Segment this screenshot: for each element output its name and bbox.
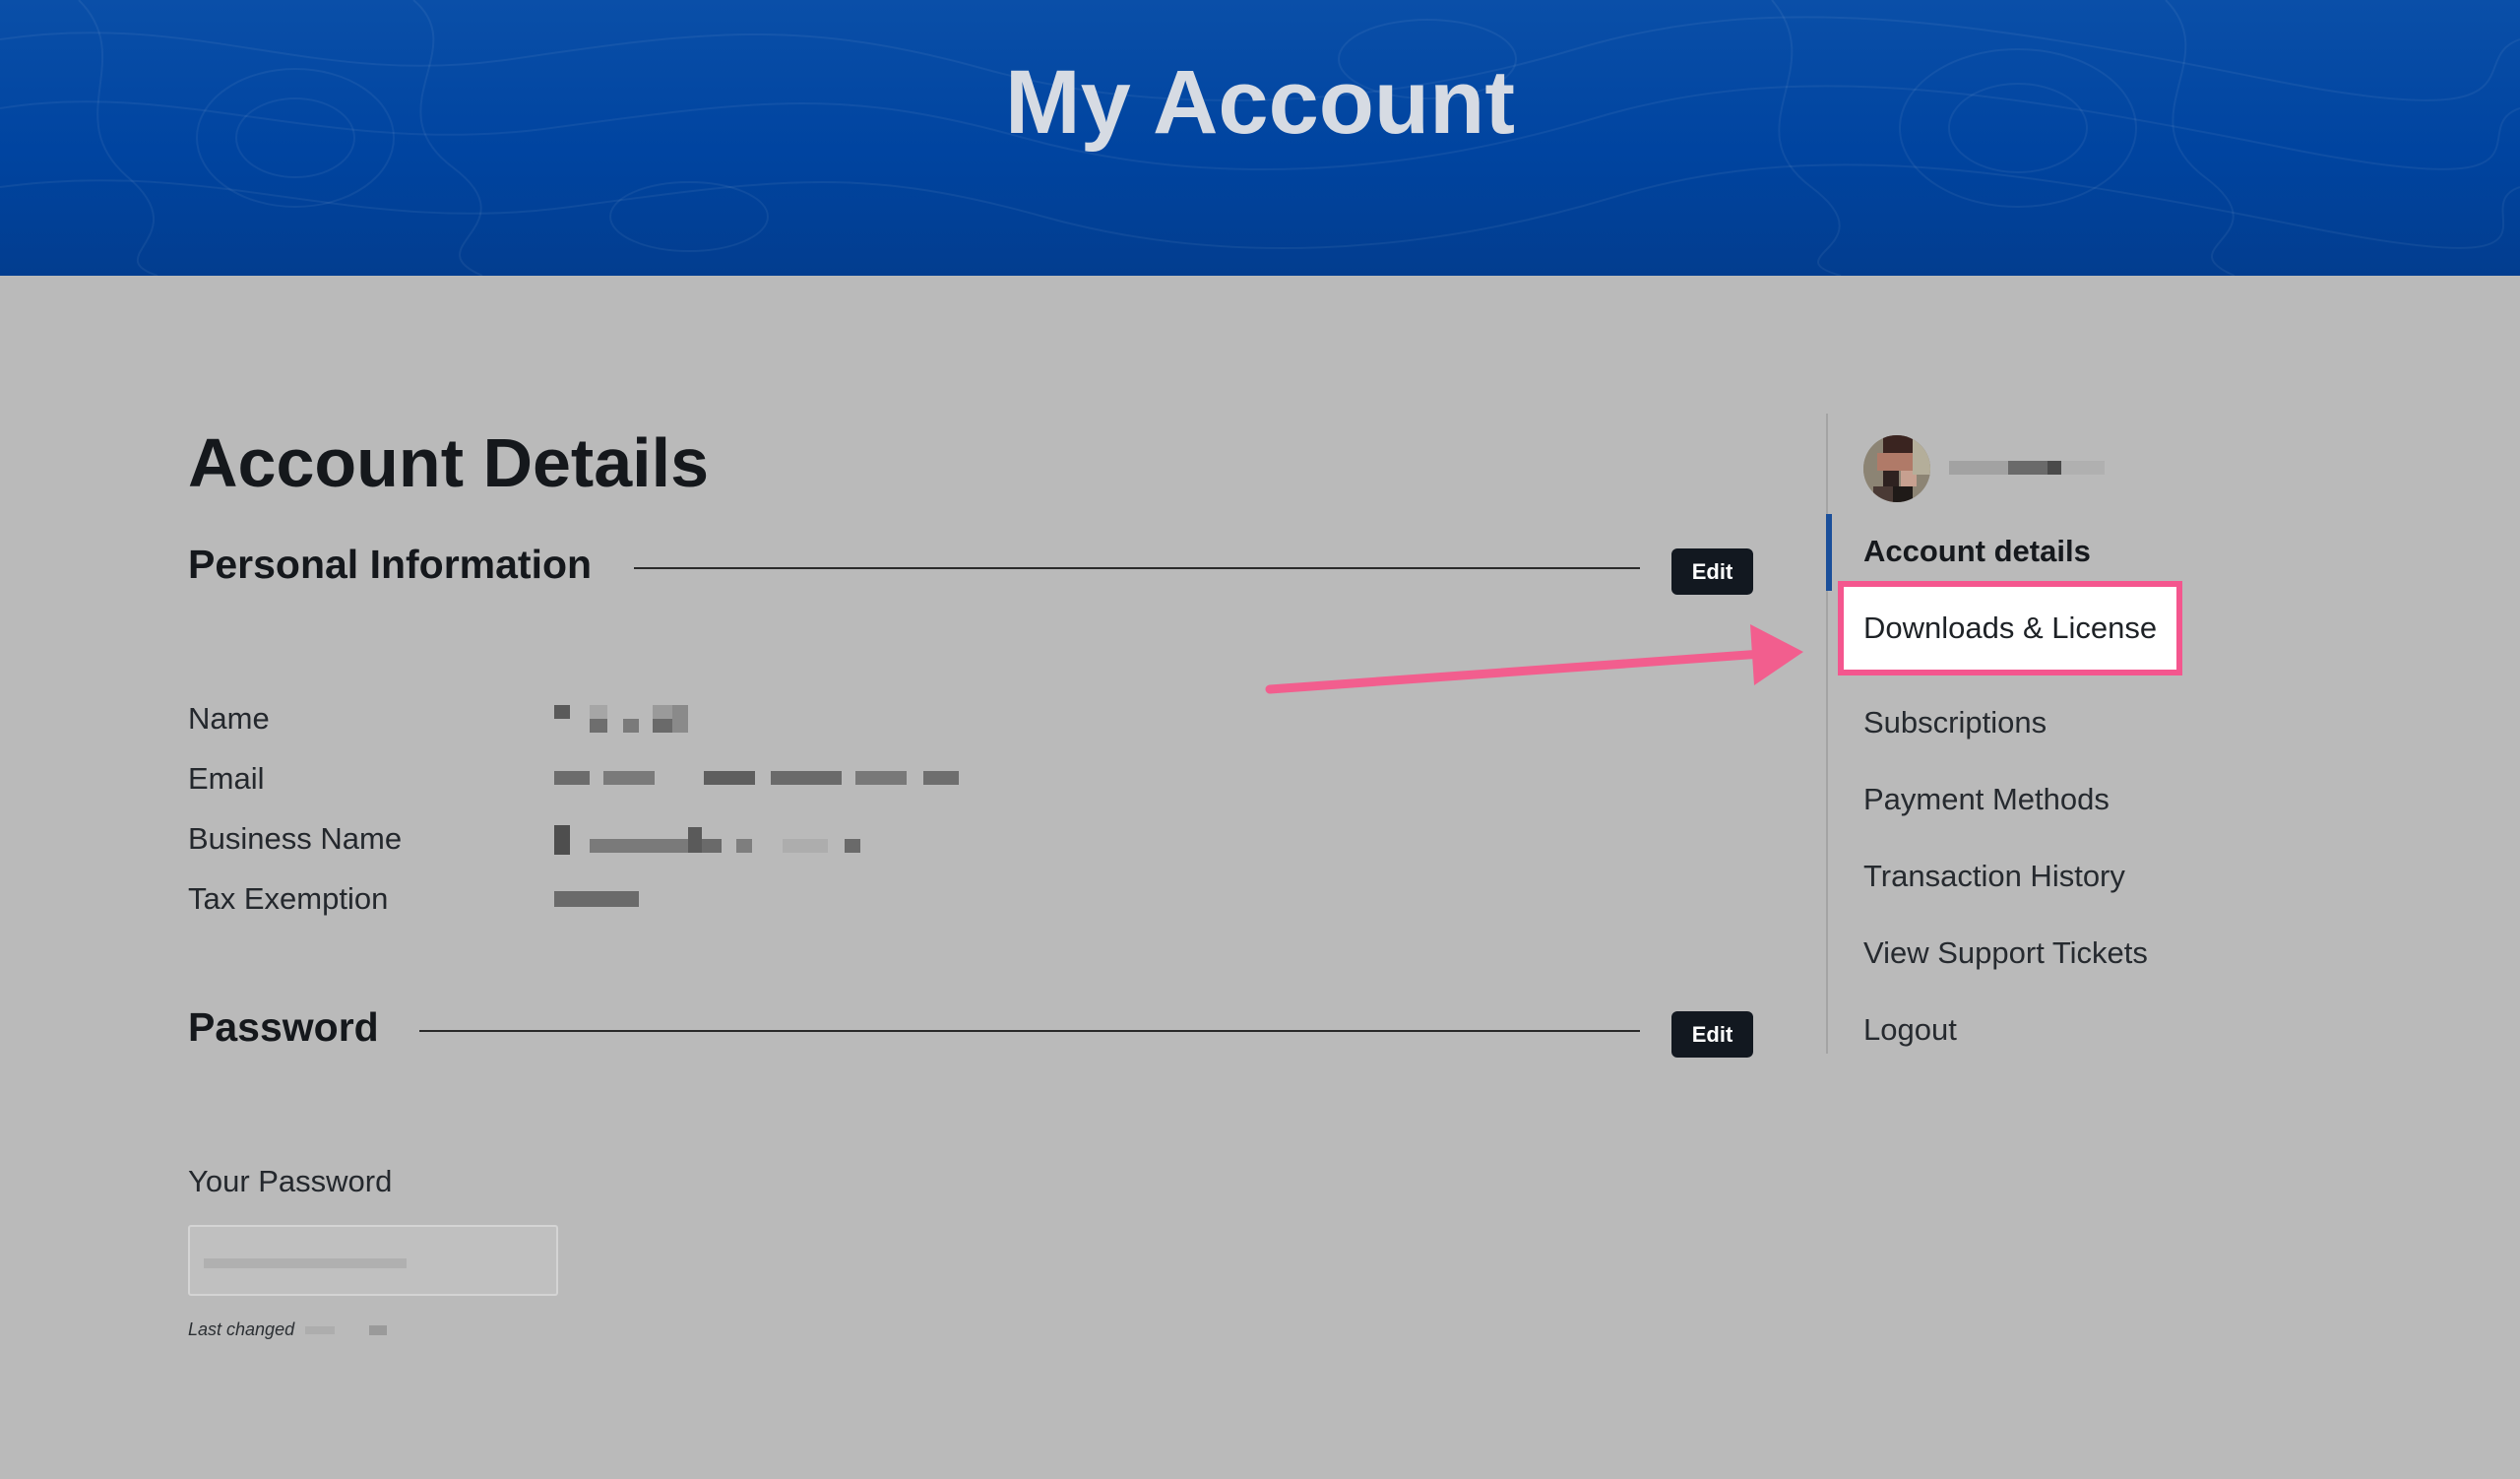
page-title-banner: My Account [1005,52,1515,153]
user-avatar-icon [1863,435,1930,502]
account-details-heading: Account Details [188,424,709,501]
page-header-banner: My Account [0,0,2520,276]
sidebar-divider [1826,414,1828,1054]
sidebar-item-account-details[interactable]: Account details [1863,534,2091,569]
password-section-header: Password Edit [188,1004,1753,1063]
sidebar-item-payment-methods[interactable]: Payment Methods [1863,782,2110,817]
tax-exemption-label: Tax Exemption [188,881,389,916]
password-field[interactable] [188,1225,558,1296]
sidebar-item-transaction-history[interactable]: Transaction History [1863,859,2125,894]
your-password-label: Your Password [188,1164,393,1198]
sidebar-item-downloads-license[interactable]: Downloads & License [1863,611,2157,646]
section-divider [419,1030,1640,1032]
business-name-label: Business Name [188,821,403,856]
password-last-changed: Last changed [188,1319,388,1340]
name-label: Name [188,701,270,736]
email-label: Email [188,761,265,796]
edit-personal-info-button[interactable]: Edit [1671,548,1753,595]
sidebar-item-logout[interactable]: Logout [1863,1012,1957,1048]
info-row-business-name: Business Name [188,821,1172,861]
account-sidebar-nav: Account details Subscriptions Payment Me… [1826,414,2220,1054]
edit-password-button[interactable]: Edit [1671,1011,1753,1058]
password-heading: Password [188,1004,379,1050]
sidebar-item-subscriptions[interactable]: Subscriptions [1863,705,2047,740]
info-row-tax-exemption: Tax Exemption [188,881,1172,921]
section-divider [634,567,1640,569]
info-row-name: Name [188,701,1172,740]
personal-information-section-header: Personal Information Edit [188,542,1753,601]
sidebar-item-view-support-tickets[interactable]: View Support Tickets [1863,935,2148,971]
username-redacted [1949,455,2107,481]
info-row-email: Email [188,761,1172,801]
active-nav-indicator [1826,514,1832,591]
last-changed-label: Last changed [188,1319,295,1339]
personal-information-heading: Personal Information [188,542,593,587]
